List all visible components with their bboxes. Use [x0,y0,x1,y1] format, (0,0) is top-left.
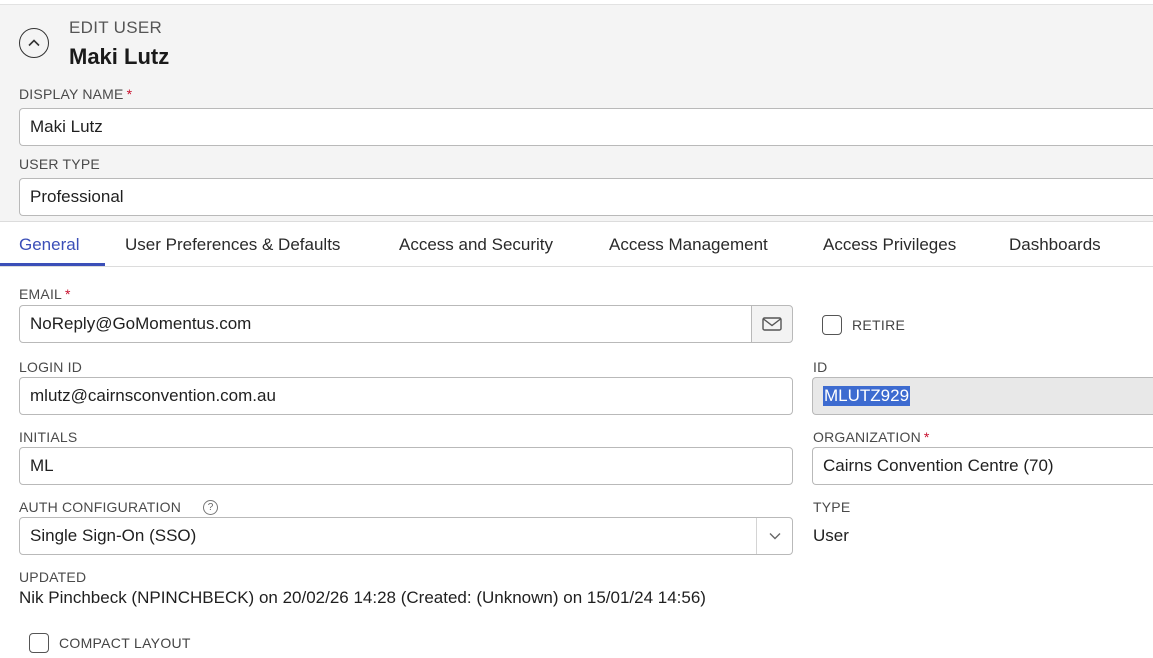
tab-dashboards[interactable]: Dashboards [1009,222,1101,267]
type-label: TYPE [813,499,851,515]
user-type-field[interactable]: Professional [19,178,1153,216]
chevron-up-icon [28,39,40,47]
initials-field[interactable]: ML [19,447,793,485]
login-id-field[interactable]: mlutz@cairnsconvention.com.au [19,377,793,415]
auth-configuration-label: AUTH CONFIGURATION [19,499,182,515]
envelope-icon [762,317,782,331]
login-id-label: LOGIN ID [19,359,83,375]
email-label: EMAIL * [19,286,71,302]
email-field[interactable]: NoReply@GoMomentus.com [19,305,752,343]
id-value-selected: MLUTZ929 [823,386,911,406]
organization-field[interactable]: Cairns Convention Centre (70) [812,447,1153,485]
type-value: User [813,526,849,545]
page-title: Maki Lutz [69,44,170,69]
id-field[interactable]: MLUTZ929 [812,377,1153,415]
tab-user-preferences-defaults[interactable]: User Preferences & Defaults [125,222,340,267]
id-label: ID [813,359,828,375]
auth-configuration-dropdown-toggle[interactable] [756,518,792,554]
tab-access-privileges[interactable]: Access Privileges [823,222,956,267]
edit-user-label: EDIT USER [69,18,163,37]
collapse-header-button[interactable] [19,28,49,58]
compact-layout-label: COMPACT LAYOUT [59,635,191,651]
retire-checkbox[interactable] [822,315,842,335]
tab-access-management[interactable]: Access Management [609,222,768,267]
chevron-down-icon [769,533,780,540]
active-tab-indicator [0,263,105,266]
organization-label: ORGANIZATION * [813,429,930,445]
display-name-label: DISPLAY NAME * [19,86,133,102]
display-name-field[interactable]: Maki Lutz [19,108,1153,146]
compact-layout-checkbox[interactable] [29,633,49,653]
initials-label: INITIALS [19,429,78,445]
tab-general[interactable]: General [19,222,79,267]
edit-user-header: EDIT USER Maki Lutz DISPLAY NAME * Maki L… [0,4,1153,222]
user-type-label: USER TYPE [19,156,100,172]
updated-label: UPDATED [19,569,87,585]
tab-bar: General User Preferences & Defaults Acce… [0,222,1153,267]
retire-label: RETIRE [852,317,906,333]
send-email-button[interactable] [751,305,793,343]
tab-access-and-security[interactable]: Access and Security [399,222,553,267]
updated-value: Nik Pinchbeck (NPINCHBECK) on 20/02/26 1… [19,588,706,607]
auth-configuration-select[interactable]: Single Sign-On (SSO) [19,517,793,555]
help-icon[interactable]: ? [203,500,218,515]
